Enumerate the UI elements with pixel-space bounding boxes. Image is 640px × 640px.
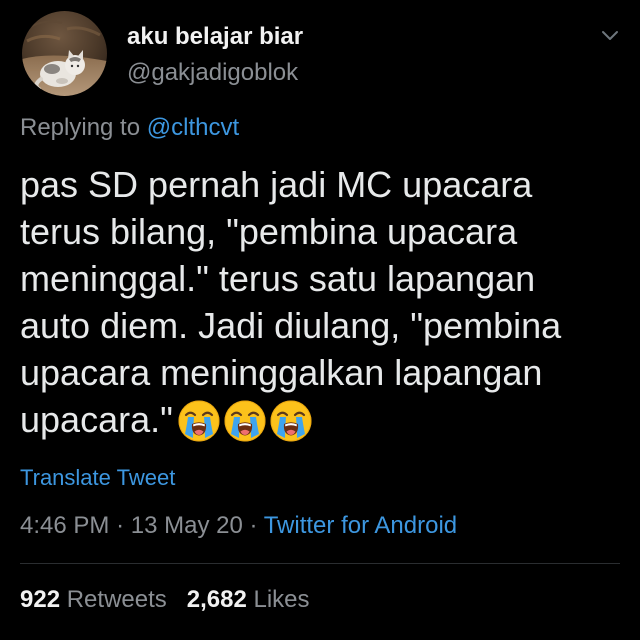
likes-stat[interactable]: 2,682 Likes [187, 586, 310, 613]
loudly-crying-face-icon [269, 399, 313, 443]
meta-separator: · [116, 512, 125, 539]
tweet-text-line: terus bilang, "pembina upacara [20, 211, 518, 252]
likes-count: 2,682 [186, 586, 247, 613]
reply-mention-link[interactable]: @clthcvt [147, 114, 239, 141]
tweet-time: 4:46 PM [20, 512, 110, 539]
loudly-crying-face-icon [223, 399, 267, 443]
chevron-down-icon[interactable] [600, 26, 620, 44]
tweet-detail: aku belajar biar @gakjadigoblok Replying… [0, 0, 640, 640]
loudly-crying-face-icon [177, 399, 221, 443]
tweet-text-line: pas SD pernah jadi MC upacara [20, 164, 533, 205]
retweets-label: Retweets [66, 586, 167, 613]
tweet-meta: 4:46 PM · 13 May 20 · Twitter for Androi… [20, 512, 457, 540]
avatar-photo [22, 11, 107, 96]
translate-tweet-link[interactable]: Translate Tweet [20, 465, 175, 491]
username-handle[interactable]: @gakjadigoblok [127, 59, 298, 87]
display-name[interactable]: aku belajar biar [127, 23, 303, 51]
tweet-text-line: upacara." [20, 399, 173, 440]
tweet-stats: 922 Retweets 2,682 Likes [20, 586, 310, 614]
likes-label: Likes [253, 586, 310, 613]
retweets-count: 922 [20, 586, 61, 613]
meta-separator: · [249, 512, 258, 539]
tweet-text: pas SD pernah jadi MC upacara terus bila… [20, 161, 561, 443]
divider [20, 563, 620, 564]
replying-to-label: Replying to [20, 114, 141, 141]
tweet-text-line: upacara meninggalkan lapangan [20, 352, 543, 393]
tweet-date: 13 May 20 [130, 512, 243, 539]
tweet-text-line: meninggal." terus satu lapangan [20, 258, 536, 299]
retweets-stat[interactable]: 922 Retweets [20, 586, 167, 613]
tweet-source-link[interactable]: Twitter for Android [264, 512, 457, 539]
replying-to: Replying to @clthcvt [20, 114, 239, 142]
avatar[interactable] [22, 11, 107, 96]
tweet-text-line: auto diem. Jadi diulang, "pembina [20, 305, 562, 346]
tweet-text-line-last: upacara." [20, 396, 561, 443]
